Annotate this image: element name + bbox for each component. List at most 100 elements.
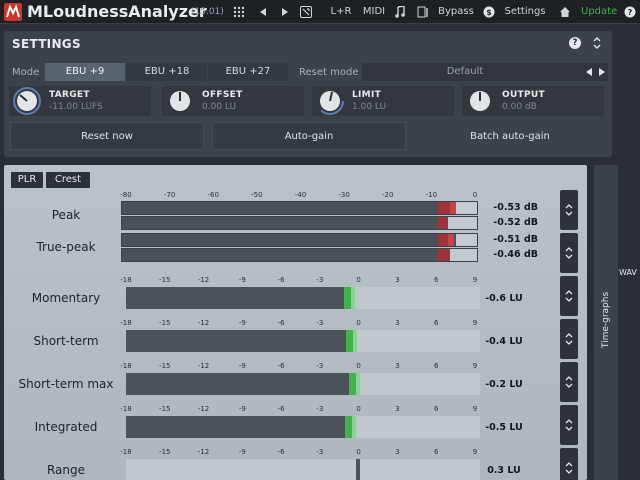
lu-scale-tick: 9 [472,362,478,370]
range-value: 0.3 LU [487,465,521,476]
peak-bar-right [121,216,478,230]
mode-ebu9-button[interactable]: EBU +9 [45,63,125,81]
short-term-stepper[interactable] [560,319,578,359]
short-term-label: Short-term [33,334,99,348]
mode-ebu27-button[interactable]: EBU +27 [208,63,288,81]
lu-scale-tick: -18 [120,319,132,327]
auto-gain-button[interactable]: Auto-gain [212,122,406,150]
momentary-label: Momentary [31,291,101,305]
limit-knob-cell[interactable]: LIMIT 1.00 LU [312,86,454,116]
midi-button[interactable]: MIDI [362,4,386,20]
app-version: (15.01) [191,7,224,17]
db-scale-tick: -60 [207,191,219,199]
channel-mode-button[interactable]: L+R [330,4,352,20]
db-scale-tick: -50 [251,191,263,199]
grid-menu-icon[interactable] [233,4,247,20]
settings-button[interactable]: Settings [504,4,546,20]
lu-scale-tick: -6 [277,362,285,370]
melda-logo-icon [4,3,22,21]
undo-icon[interactable] [417,4,431,20]
integrated-stepper[interactable] [560,405,578,445]
reset-now-button[interactable]: Reset now [10,122,204,150]
lu-scale-tick: -3 [316,405,324,413]
lu-scale-tick: 3 [395,319,400,327]
lu-scale-tick: -9 [238,319,246,327]
bypass-button[interactable]: Bypass [437,4,475,20]
mode-label: Mode [12,67,40,78]
short-term-max-level-mark [349,373,357,395]
lu-scale-tick: 6 [433,405,439,413]
lu-scale-tick: -3 [316,448,324,456]
lu-scale-tick: 0 [356,319,361,327]
collapse-icon[interactable] [592,36,602,50]
offset-label: OFFSET [202,90,243,100]
peak-stepper[interactable] [560,190,578,230]
reset-mode-select[interactable]: Default [362,63,608,81]
lu-scale-tick: 6 [433,276,439,284]
update-button[interactable]: Update [581,4,617,20]
reset-mode-value: Default [446,66,484,77]
time-graphs-strip[interactable]: Time-graphs [594,165,618,480]
integrated-meter [126,416,480,438]
lu-scale-tick: -12 [197,319,210,327]
reset-mode-next-icon[interactable] [599,68,605,76]
lu-scale-tick: -18 [120,448,132,456]
lu-scale-tick: -18 [120,405,132,413]
output-knob[interactable] [466,87,494,115]
lu-scale-tick: -9 [238,448,246,456]
range-level-mark [355,459,360,480]
reset-mode-prev-icon[interactable] [586,68,592,76]
next-preset-icon[interactable] [280,4,290,20]
prev-preset-icon[interactable] [258,4,268,20]
lu-scale-tick: -15 [159,405,171,413]
meter-panel: PLR Crest Peak -0.53 dB -0.52 dB True-pe… [4,165,587,480]
help-icon-top[interactable]: ? [624,4,638,20]
lu-scale-tick: 9 [472,319,478,327]
music-note-icon[interactable] [393,4,407,20]
lu-scale-tick: 6 [433,319,439,327]
db-scale-tick: -80 [120,191,132,199]
db-scale-tick: 0 [472,191,478,199]
limit-knob[interactable] [316,87,344,115]
home-icon[interactable] [559,4,573,20]
lu-scale-tick: -6 [277,405,285,413]
true-peak-bar-left [121,233,478,247]
peak-value-right: -0.52 dB [493,217,538,228]
peak-bar-left [121,201,478,215]
app-title: MLoudnessAnalyzer [27,2,207,21]
output-knob-cell[interactable]: OUTPUT 0.00 dB [462,86,604,116]
integrated-level-mark [345,416,353,438]
true-peak-label: True-peak [36,240,96,254]
mode-ebu18-button[interactable]: EBU +18 [127,63,207,81]
lu-scale-tick: 3 [395,448,400,456]
randomize-icon[interactable] [300,4,314,20]
lu-scale-tick: 0 [356,448,361,456]
integrated-value: -0.5 LU [485,422,523,433]
settings-title: SETTINGS [12,37,81,51]
lu-scale-tick: -3 [316,319,324,327]
momentary-stepper[interactable] [560,276,578,316]
target-value: -11.00 LUFS [49,102,103,112]
wav-label: WAV [619,268,637,277]
short-term-max-label: Short-term max [18,377,114,391]
true-peak-stepper[interactable] [560,233,578,273]
short-term-value: -0.4 LU [485,336,523,347]
lu-scale-tick: 0 [356,405,361,413]
lu-scale-tick: -12 [197,448,210,456]
crest-button[interactable]: Crest [46,172,90,188]
short-term-max-stepper[interactable] [560,362,578,402]
dollar-icon[interactable]: $ [483,4,497,20]
momentary-value: -0.6 LU [485,293,523,304]
batch-auto-gain-button[interactable]: Batch auto-gain [413,122,607,150]
limit-value: 1.00 LU [352,102,387,112]
peak-value-left: -0.53 dB [493,202,538,213]
db-scale-tick: -20 [382,191,394,199]
target-knob-cell[interactable]: TARGET -11.00 LUFS [9,86,151,116]
target-knob[interactable] [13,87,41,115]
lu-scale-tick: -9 [238,276,246,284]
help-icon[interactable]: ? [569,37,581,49]
offset-knob[interactable] [166,87,194,115]
range-stepper[interactable] [560,448,578,480]
plr-button[interactable]: PLR [11,172,43,188]
offset-knob-cell[interactable]: OFFSET 0.00 LU [162,86,304,116]
